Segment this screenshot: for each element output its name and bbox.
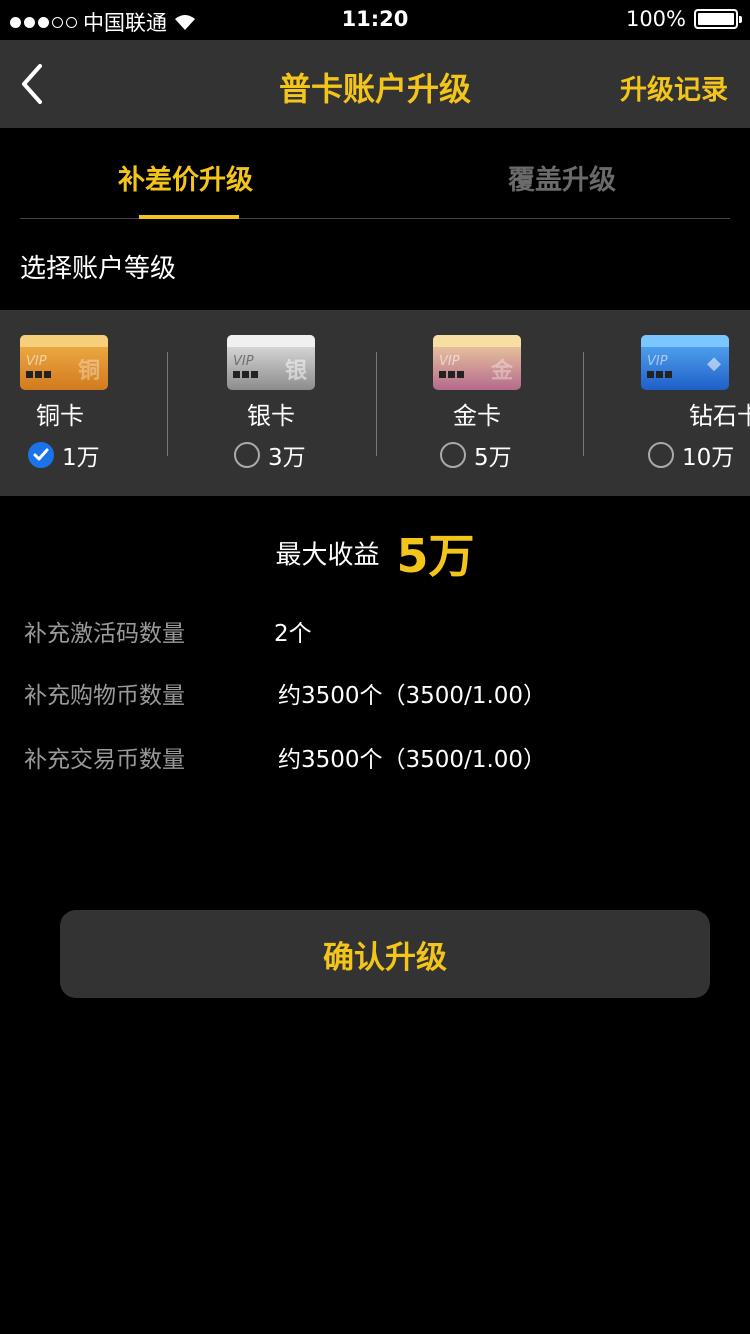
card-option-gold[interactable]: VIP 金 金卡 5万 [402,310,552,496]
info-label: 补充购物币数量 [24,683,185,709]
info-row-activation-codes: 补充激活码数量 2个 [24,614,724,654]
confirm-upgrade-button[interactable]: 确认升级 [60,910,710,998]
card-amount-radio[interactable]: 1万 [28,438,100,472]
max-income-value: 5万 [396,529,475,583]
tab-difference-upgrade[interactable]: 补差价升级 [118,158,253,197]
chevron-left-icon[interactable] [18,60,58,108]
info-value: 2个 [274,621,312,647]
info-row-trade-coins: 补充交易币数量 约3500个（3500/1.00） [24,740,724,780]
info-label: 补充激活码数量 [24,621,185,647]
upgrade-tabs: 补差价升级 覆盖升级 [20,128,730,219]
upgrade-history-link[interactable]: 升级记录 [620,68,728,107]
card-name: 钻石卡 [689,402,750,430]
card-amount-radio[interactable]: 5万 [440,438,512,472]
nav-bar: 普卡账户升级 升级记录 [0,40,750,128]
info-row-shopping-coins: 补充购物币数量 约3500个（3500/1.00） [24,676,724,716]
card-amount: 5万 [474,445,512,471]
card-amount: 1万 [62,445,100,471]
copper-card-icon: VIP 铜 [20,335,108,390]
card-amount: 10万 [682,445,735,471]
card-option-silver[interactable]: VIP 银 银卡 3万 [196,310,346,496]
divider [376,352,377,456]
divider [167,352,168,456]
radio-icon [440,442,466,468]
gold-card-icon: VIP 金 [433,335,521,390]
max-income-label: 最大收益 [275,540,380,571]
silver-card-icon: VIP 银 [227,335,315,390]
card-name: 银卡 [247,402,295,430]
card-amount-radio[interactable]: 10万 [648,438,734,472]
card-option-diamond[interactable]: VIP ◆ 钻石卡 10万 [610,310,750,496]
info-value: 约3500个（3500/1.00） [278,683,547,709]
battery-percent: 100% [625,7,686,31]
info-value: 约3500个（3500/1.00） [278,747,547,773]
card-level-selector: VIP 铜 铜卡 1万 VIP 银 银卡 3万 VIP 金 金卡 5万 VIP … [0,310,750,496]
active-tab-indicator [139,215,239,219]
status-bar: 中国联通 11:20 100% [0,0,750,40]
max-income: 最大收益 5万 [0,520,750,586]
section-label: 选择账户等级 [20,254,177,284]
card-name: 铜卡 [36,402,84,430]
checked-radio-icon [28,442,54,468]
battery-icon [694,9,742,29]
status-right: 100% [625,7,742,31]
diamond-card-icon: VIP ◆ [641,335,729,390]
radio-icon [648,442,674,468]
card-amount: 3万 [268,445,306,471]
card-option-copper[interactable]: VIP 铜 铜卡 1万 [0,310,150,496]
divider [583,352,584,456]
tab-overwrite-upgrade[interactable]: 覆盖升级 [508,158,616,197]
radio-icon [234,442,260,468]
card-name: 金卡 [453,402,501,430]
info-label: 补充交易币数量 [24,747,185,773]
card-amount-radio[interactable]: 3万 [234,438,306,472]
